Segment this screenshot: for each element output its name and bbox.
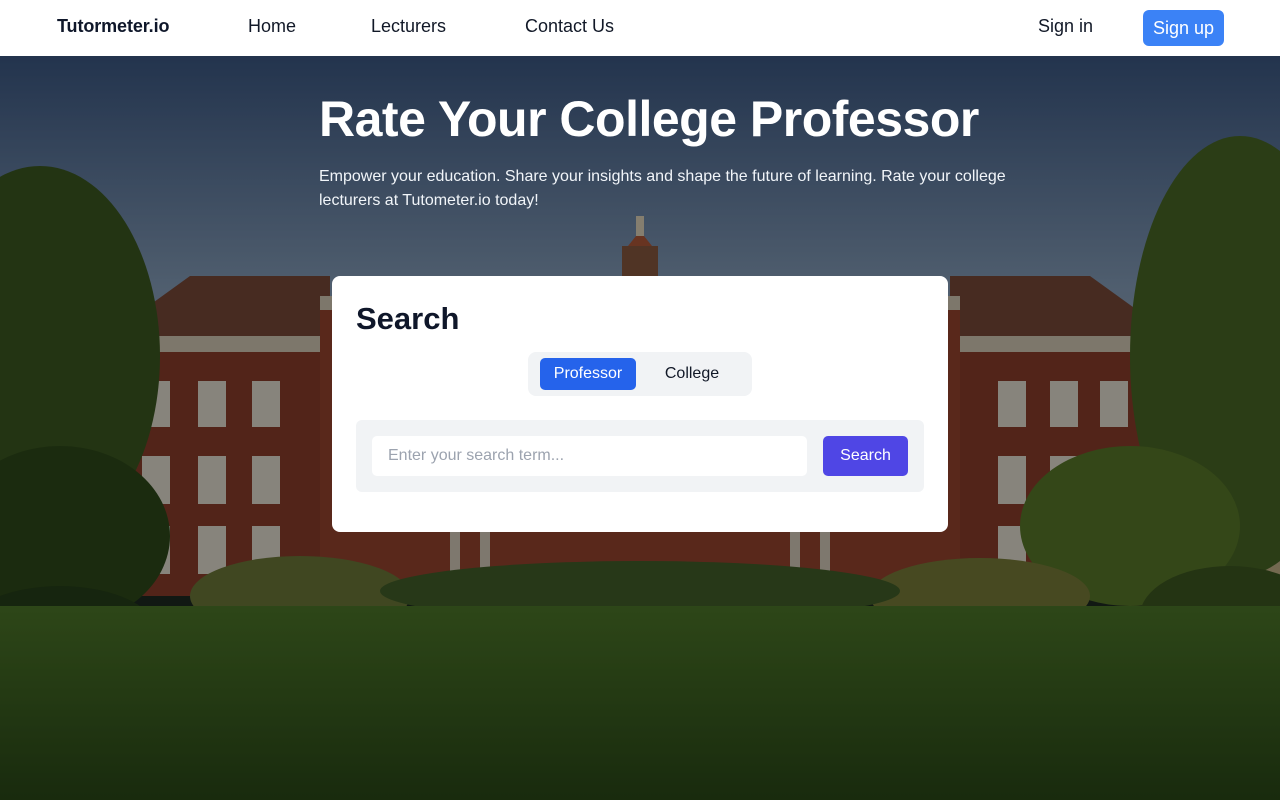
search-button[interactable]: Search xyxy=(823,436,908,476)
search-heading: Search xyxy=(356,301,460,336)
top-navbar: Tutormeter.io Home Lecturers Contact Us … xyxy=(0,0,1280,56)
search-bar-container: Search xyxy=(356,420,924,492)
nav-lecturers-link[interactable]: Lecturers xyxy=(371,16,446,37)
hero-subtitle: Empower your education. Share your insig… xyxy=(319,168,1006,209)
professor-toggle-button[interactable]: Professor xyxy=(540,358,636,390)
search-type-toggle: Professor College xyxy=(528,352,752,396)
nav-contact-link[interactable]: Contact Us xyxy=(525,16,614,37)
search-input[interactable] xyxy=(372,436,807,476)
nav-home-link[interactable]: Home xyxy=(248,16,296,37)
sign-in-link[interactable]: Sign in xyxy=(1038,16,1093,37)
sign-up-button[interactable]: Sign up xyxy=(1143,10,1224,46)
hero-title: Rate Your College Professor xyxy=(319,91,979,147)
college-toggle-button[interactable]: College xyxy=(648,358,736,390)
search-card: Search Professor College Search xyxy=(332,276,948,532)
brand-logo[interactable]: Tutormeter.io xyxy=(57,16,169,37)
